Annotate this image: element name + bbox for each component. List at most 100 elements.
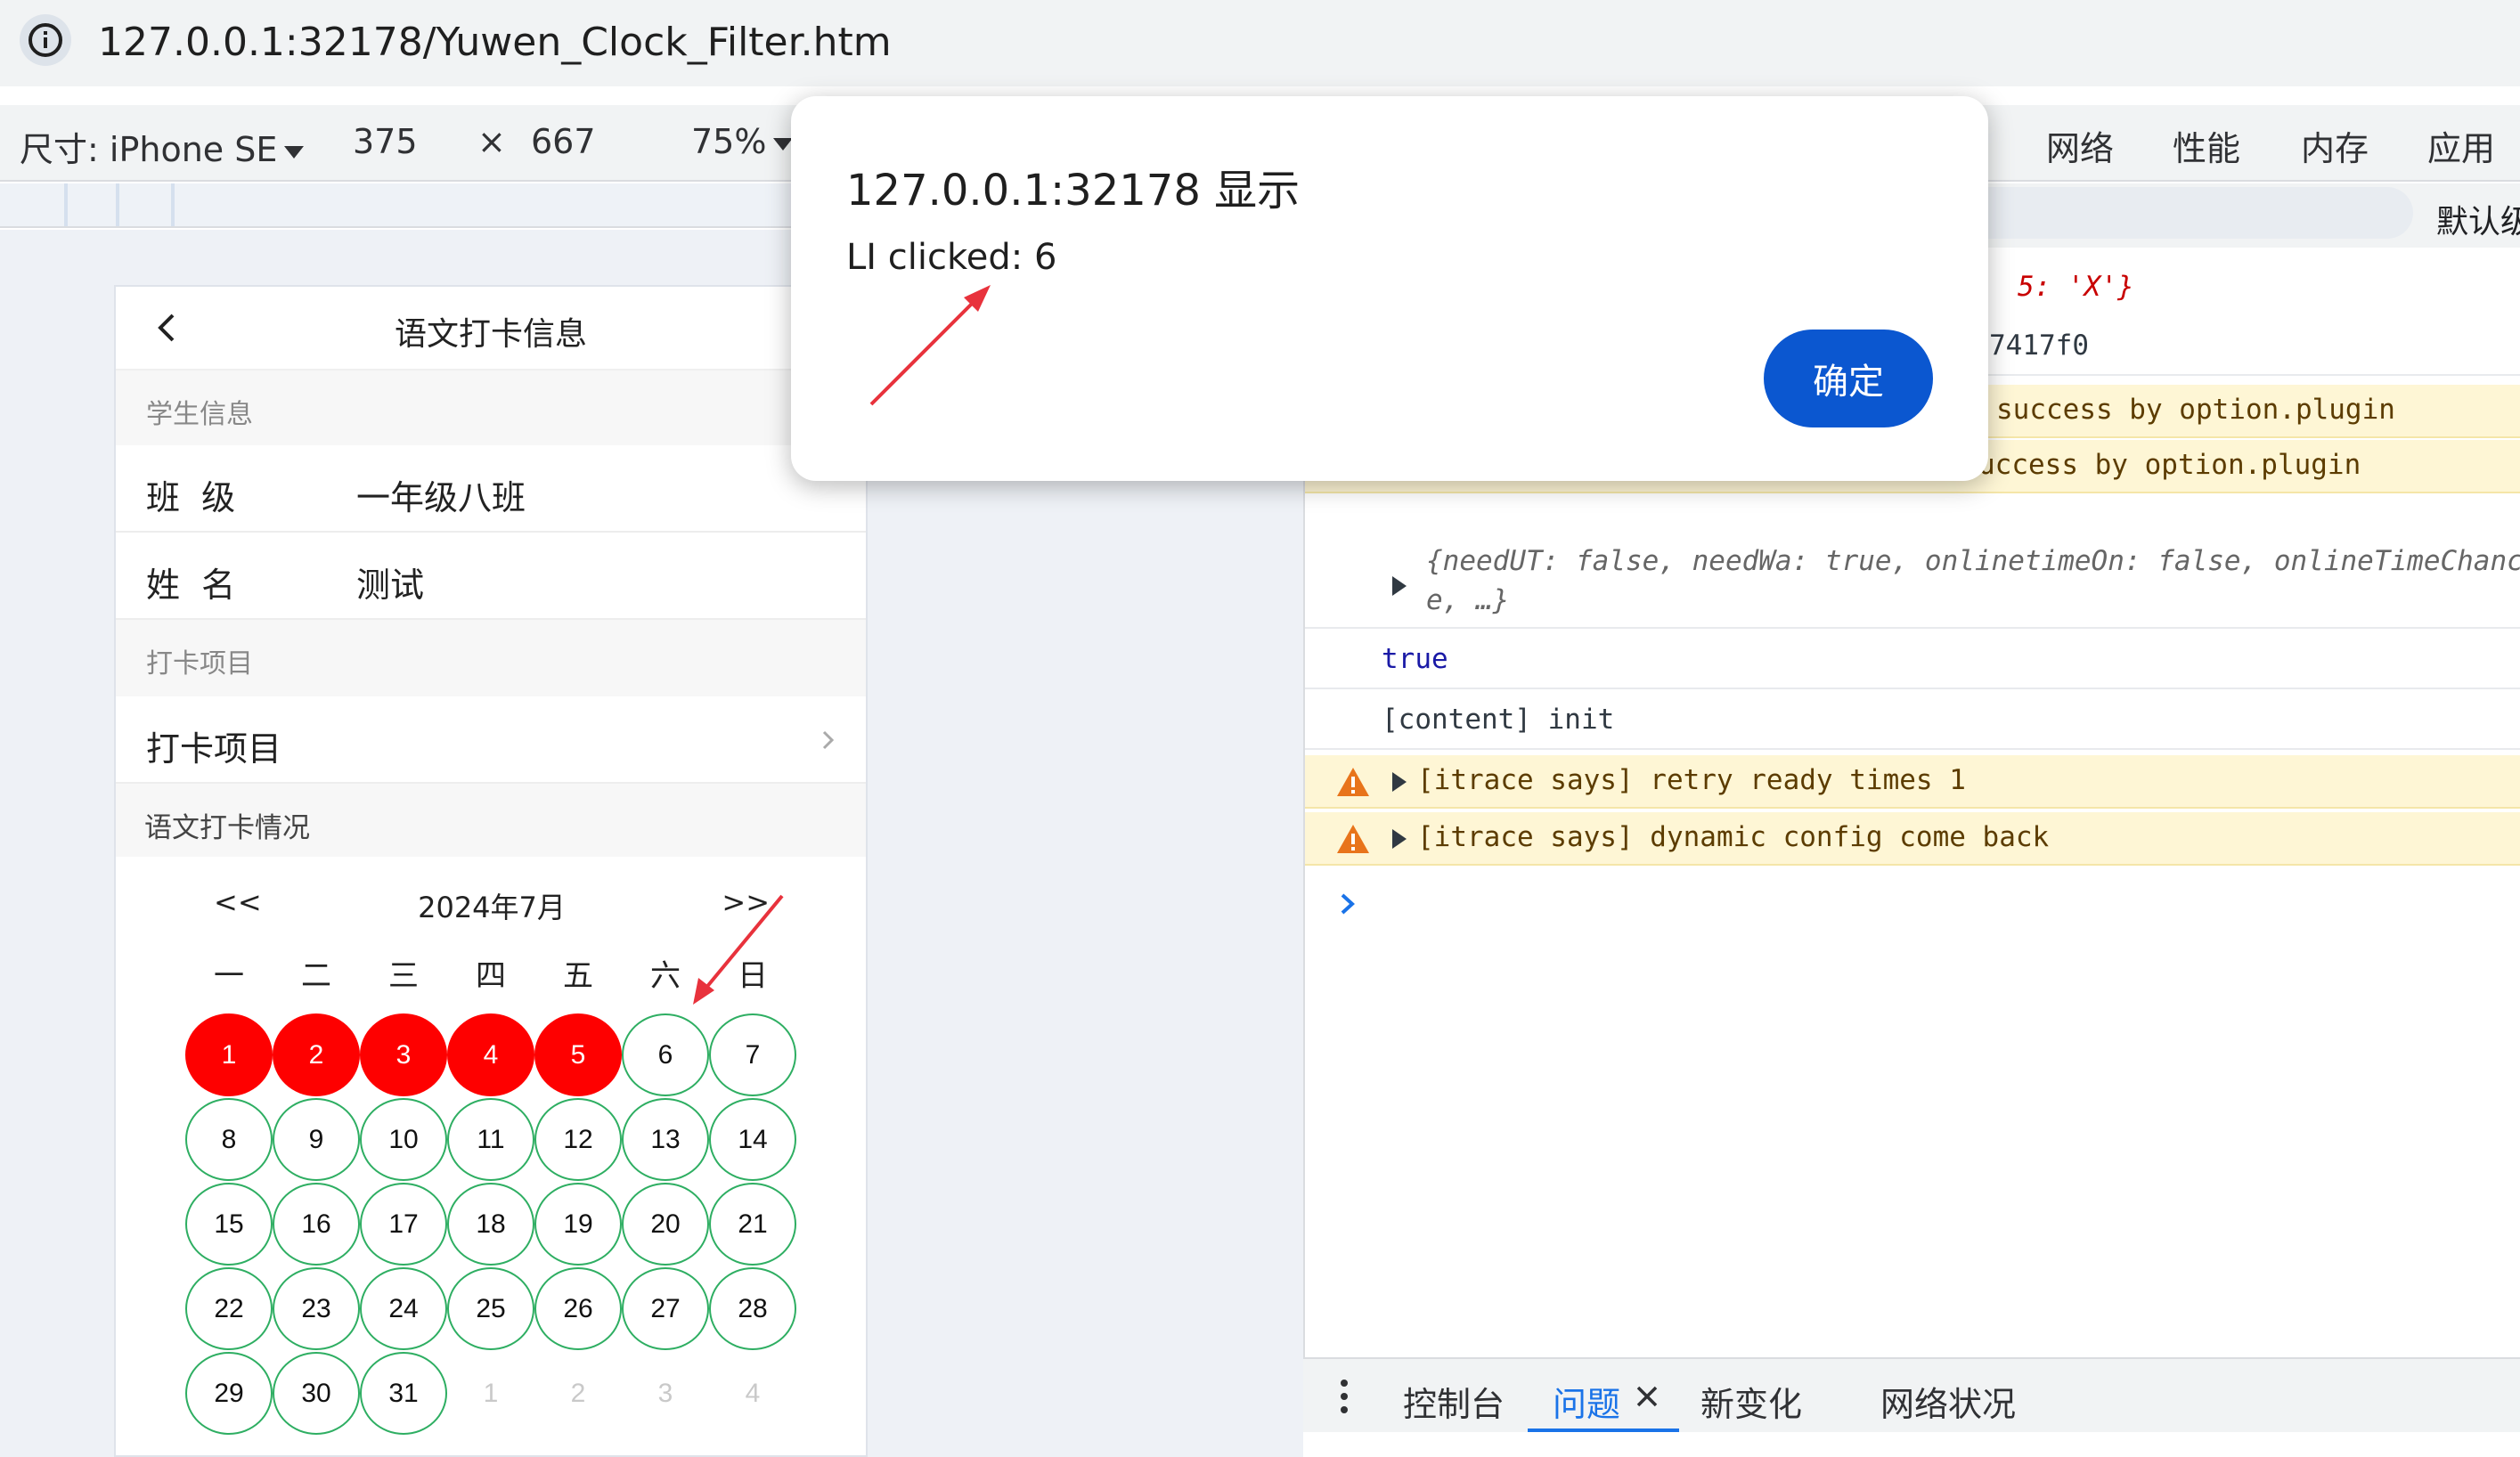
expand-triangle-icon[interactable] bbox=[1392, 764, 1415, 796]
ruler-tick bbox=[64, 183, 68, 226]
checkin-item-label: 打卡项目 bbox=[146, 729, 282, 769]
console-warning[interactable]: [itrace says] retry ready times 1 bbox=[1305, 755, 2520, 809]
calendar-day[interactable]: 19 bbox=[534, 1183, 622, 1266]
calendar-day[interactable]: 21 bbox=[709, 1183, 796, 1266]
dimension-separator: × bbox=[477, 122, 506, 161]
calendar-day[interactable]: 3 bbox=[360, 1013, 447, 1096]
calendar-day[interactable]: 29 bbox=[185, 1352, 273, 1435]
calendar-day[interactable]: 7 bbox=[709, 1013, 796, 1096]
name-label: 姓 名 bbox=[146, 566, 236, 605]
device-select[interactable]: 尺寸: iPhone SE bbox=[20, 122, 305, 171]
calendar-day[interactable]: 10 bbox=[360, 1098, 447, 1181]
chevron-down-icon bbox=[284, 145, 305, 159]
site-info-icon[interactable] bbox=[20, 14, 71, 66]
console-object-text: {needUT: false, needWa: true, onlinetime… bbox=[1426, 545, 2520, 577]
checkin-section-header: 打卡项目 bbox=[116, 620, 866, 696]
checkin-item-row[interactable]: 打卡项目 bbox=[116, 696, 866, 784]
console-text: true bbox=[1382, 643, 1448, 675]
ruler-tick bbox=[116, 183, 119, 226]
calendar-day[interactable]: 25 bbox=[447, 1267, 534, 1350]
viewport-height-input[interactable]: 667 bbox=[531, 122, 596, 161]
calendar-day[interactable]: 2 bbox=[273, 1013, 360, 1096]
weekday-label: 六 bbox=[650, 958, 681, 994]
calendar-day[interactable]: 18 bbox=[447, 1183, 534, 1266]
calendar-day[interactable]: 20 bbox=[622, 1183, 709, 1266]
calendar-day[interactable]: 22 bbox=[185, 1267, 273, 1350]
checkin-calendar: 2024年7月 << >> 一 二 三 四 五 六 日 1 2 3 4 5 6 7 8 9 10 1… bbox=[155, 864, 828, 1455]
zoom-value: 75% bbox=[691, 122, 767, 161]
calendar-day[interactable]: 30 bbox=[273, 1352, 360, 1435]
console-prompt-icon[interactable] bbox=[1335, 891, 1360, 917]
calendar-day[interactable]: 8 bbox=[185, 1098, 273, 1181]
calendar-day[interactable]: 13 bbox=[622, 1098, 709, 1181]
console-line: true bbox=[1305, 631, 2520, 689]
tab-performance[interactable]: 性能 bbox=[2173, 121, 2240, 170]
calendar-day-other-month: 3 bbox=[622, 1352, 709, 1435]
console-text: 7417f0 bbox=[1989, 330, 2089, 362]
calendar-header: 2024年7月 << >> bbox=[155, 864, 828, 935]
address-bar[interactable]: 127.0.0.1:32178/Yuwen_Clock_Filter.htm bbox=[0, 0, 2520, 86]
drawer-tab-network-conditions[interactable]: 网络状况 bbox=[1880, 1377, 2016, 1426]
calendar-day[interactable]: 5 bbox=[534, 1013, 622, 1096]
viewport-width-input[interactable]: 375 bbox=[353, 122, 418, 161]
tab-network[interactable]: 网络 bbox=[2046, 121, 2114, 170]
class-label: 班 级 bbox=[146, 478, 236, 517]
calendar-day[interactable]: 6 bbox=[622, 1013, 709, 1096]
drawer-tab-whats-new[interactable]: 新变化 bbox=[1700, 1377, 1802, 1426]
console-text: [content] init bbox=[1382, 704, 1615, 736]
console-text: [itrace says] dynamic config come back bbox=[1417, 821, 2050, 853]
calendar-day[interactable]: 26 bbox=[534, 1267, 622, 1350]
drawer-tab-console[interactable]: 控制台 bbox=[1403, 1377, 1505, 1426]
console-text: uccess by option.plugin bbox=[1978, 449, 2361, 481]
console-text: [itrace says] retry ready times 1 bbox=[1417, 764, 1966, 796]
tab-application[interactable]: 应用 bbox=[2427, 121, 2495, 170]
next-month-button[interactable]: >> bbox=[722, 885, 770, 919]
page-title: 语文打卡信息 bbox=[394, 316, 587, 353]
drawer-content bbox=[1303, 1432, 2520, 1457]
calendar-day[interactable]: 31 bbox=[360, 1352, 447, 1435]
phone-screen: 语文打卡信息 学生信息 班 级 一年级八班 姓 名 测试 打卡项目 打卡项目 语… bbox=[114, 285, 868, 1457]
console-warning[interactable]: [itrace says] dynamic config come back bbox=[1305, 812, 2520, 866]
calendar-day-other-month: 2 bbox=[534, 1352, 622, 1435]
more-options-icon[interactable] bbox=[1341, 1379, 1348, 1414]
calendar-day[interactable]: 17 bbox=[360, 1183, 447, 1266]
console-text: 5: 'X'} bbox=[2018, 271, 2134, 303]
calendar-day[interactable]: 24 bbox=[360, 1267, 447, 1350]
prev-month-button[interactable]: << bbox=[214, 885, 262, 919]
name-value: 测试 bbox=[356, 566, 425, 605]
calendar-day[interactable]: 9 bbox=[273, 1098, 360, 1181]
calendar-day[interactable]: 16 bbox=[273, 1183, 360, 1266]
expand-triangle-icon[interactable] bbox=[1392, 821, 1415, 853]
tab-memory[interactable]: 内存 bbox=[2301, 121, 2369, 170]
close-icon[interactable] bbox=[1635, 1384, 1660, 1409]
warning-icon bbox=[1337, 825, 1369, 853]
class-value: 一年级八班 bbox=[356, 478, 526, 517]
weekday-label: 一 bbox=[214, 958, 244, 994]
console-text: success by option.plugin bbox=[1996, 394, 2395, 426]
nav-bar: 语文打卡信息 bbox=[116, 287, 866, 370]
calendar-day[interactable]: 12 bbox=[534, 1098, 622, 1181]
ok-button[interactable]: 确定 bbox=[1764, 330, 1933, 427]
weekday-label: 五 bbox=[563, 958, 593, 994]
zoom-select[interactable]: 75% bbox=[691, 122, 794, 161]
url-text[interactable]: 127.0.0.1:32178/Yuwen_Clock_Filter.htm bbox=[98, 20, 892, 65]
calendar-day[interactable]: 14 bbox=[709, 1098, 796, 1181]
calendar-day[interactable]: 23 bbox=[273, 1267, 360, 1350]
calendar-day[interactable]: 15 bbox=[185, 1183, 273, 1266]
drawer-tab-issues[interactable]: 问题 bbox=[1553, 1377, 1620, 1426]
calendar-day[interactable]: 27 bbox=[622, 1267, 709, 1350]
console-line: [content] init bbox=[1305, 691, 2520, 750]
dialog-title: 127.0.0.1:32178 显示 bbox=[846, 166, 1301, 216]
chevron-right-icon bbox=[822, 730, 835, 750]
calendar-day[interactable]: 1 bbox=[185, 1013, 273, 1096]
student-info-header: 学生信息 bbox=[116, 370, 866, 445]
log-level-select[interactable]: 默认级 bbox=[2436, 196, 2520, 242]
console-object-line[interactable]: {needUT: false, needWa: true, onlinetime… bbox=[1305, 541, 2520, 629]
expand-triangle-icon[interactable] bbox=[1392, 568, 1415, 600]
calendar-day[interactable]: 4 bbox=[447, 1013, 534, 1096]
name-row: 姓 名 测试 bbox=[116, 533, 866, 620]
calendar-day[interactable]: 28 bbox=[709, 1267, 796, 1350]
calendar-days: 1 2 3 4 5 6 7 8 9 10 11 12 13 14 15 16 17 18 19 20 21 22 23 24 2… bbox=[185, 1013, 796, 1435]
calendar-day[interactable]: 11 bbox=[447, 1098, 534, 1181]
ruler-tick bbox=[171, 183, 175, 226]
